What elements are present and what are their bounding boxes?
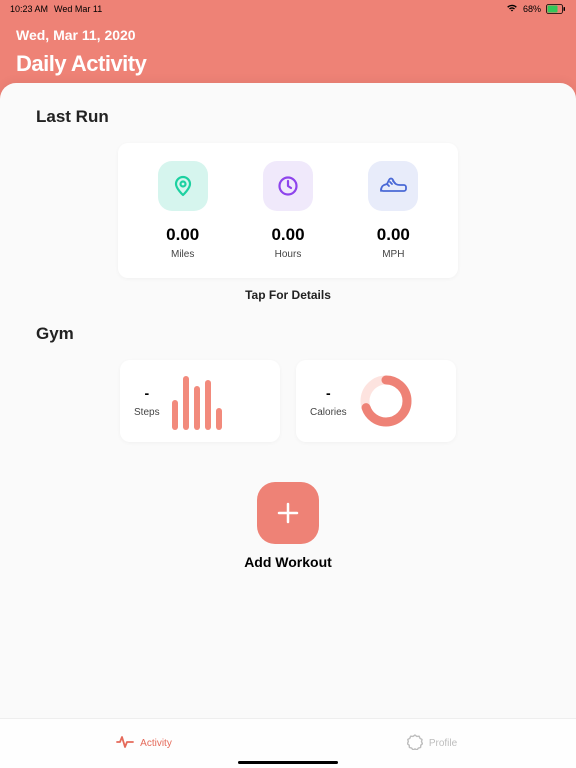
battery-percent: 68% — [523, 4, 541, 14]
last-run-card[interactable]: 0.00 Miles 0.00 Hours 0.00 MPH — [118, 143, 458, 278]
activity-icon — [116, 735, 134, 752]
steps-card[interactable]: - Steps — [120, 360, 280, 442]
calories-label: Calories — [310, 407, 347, 418]
add-workout-button[interactable] — [257, 482, 319, 544]
miles-value: 0.00 — [166, 225, 199, 245]
status-date: Wed Mar 11 — [54, 4, 102, 14]
miles-label: Miles — [171, 249, 194, 260]
profile-icon — [407, 734, 423, 753]
mph-label: MPH — [382, 249, 404, 260]
tap-for-details[interactable]: Tap For Details — [36, 288, 540, 302]
ring-icon — [359, 374, 413, 428]
hours-value: 0.00 — [271, 225, 304, 245]
pin-icon — [158, 161, 208, 211]
calories-card[interactable]: - Calories — [296, 360, 456, 442]
wifi-icon — [506, 3, 518, 14]
bars-icon — [172, 372, 222, 430]
header: Wed, Mar 11, 2020 Daily Activity — [0, 17, 576, 83]
home-indicator[interactable] — [238, 761, 338, 764]
status-bar: 10:23 AM Wed Mar 11 68% — [0, 0, 576, 17]
plus-icon — [273, 498, 303, 528]
section-title-last-run: Last Run — [36, 107, 540, 127]
battery-icon — [546, 4, 566, 14]
status-time: 10:23 AM — [10, 4, 48, 14]
calories-value: - — [326, 385, 331, 401]
mph-value: 0.00 — [377, 225, 410, 245]
hours-label: Hours — [275, 249, 302, 260]
steps-value: - — [144, 385, 149, 401]
section-title-gym: Gym — [36, 324, 540, 344]
content-card: Last Run 0.00 Miles 0.00 Hours 0.00 MPH … — [0, 83, 576, 723]
tab-profile-label: Profile — [429, 738, 457, 749]
steps-label: Steps — [134, 407, 160, 418]
add-workout-label: Add Workout — [244, 554, 332, 570]
stat-mph: 0.00 MPH — [341, 161, 446, 260]
clock-icon — [263, 161, 313, 211]
tab-activity-label: Activity — [140, 738, 172, 749]
stat-hours: 0.00 Hours — [235, 161, 340, 260]
stat-miles: 0.00 Miles — [130, 161, 235, 260]
shoe-icon — [368, 161, 418, 211]
header-date: Wed, Mar 11, 2020 — [16, 27, 560, 43]
page-title: Daily Activity — [16, 51, 560, 77]
